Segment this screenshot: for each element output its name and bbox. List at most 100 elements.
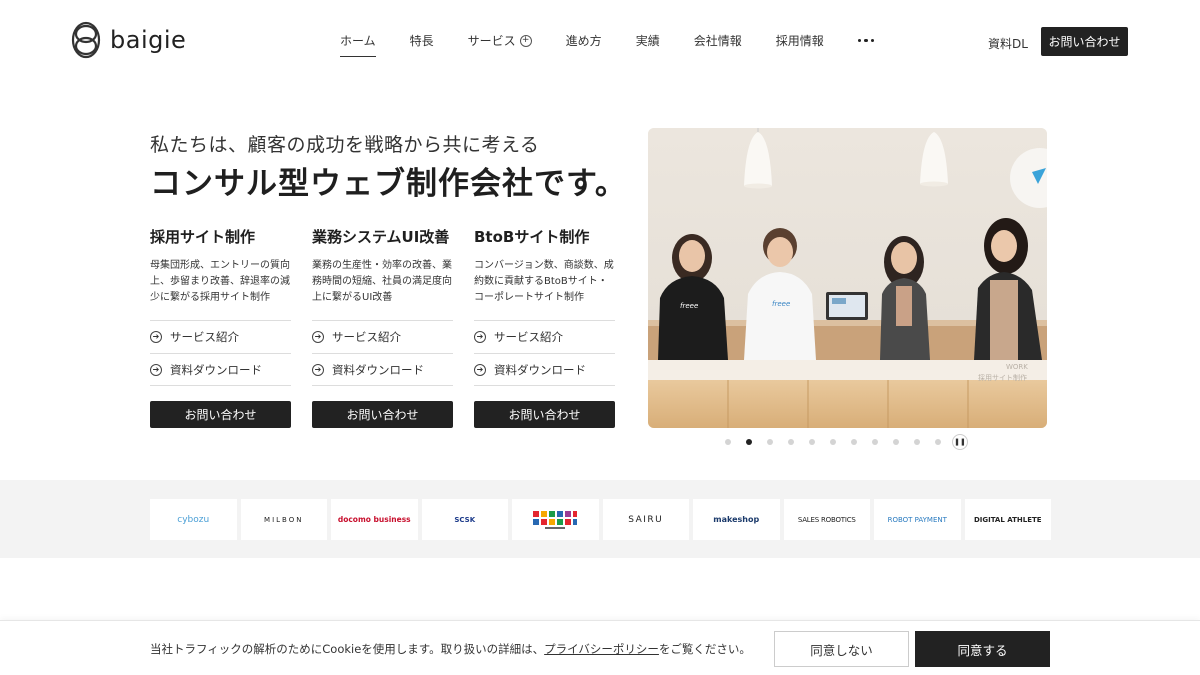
doc-download-link[interactable]: 資料DL xyxy=(988,35,1028,52)
hero-title: コンサル型ウェブ制作会社です。 xyxy=(150,166,627,202)
svg-text:freee: freee xyxy=(772,300,790,308)
nav-label: 進め方 xyxy=(565,34,602,48)
service-title: 採用サイト制作 xyxy=(150,228,256,246)
nav-label: 会社情報 xyxy=(693,34,742,48)
slider-dot[interactable] xyxy=(872,439,878,445)
slider-pagination: ❚❚ xyxy=(725,434,968,450)
logo-label: SAIRU xyxy=(628,514,664,525)
photo-caption-category: 採用サイト制作 xyxy=(978,373,1027,382)
nav-label: サービス xyxy=(467,34,516,48)
link-label: サービス紹介 xyxy=(332,330,401,344)
arrow-right-icon: ➔ xyxy=(150,331,162,343)
service-column-ui: 業務システムUI改善 業務の生産性・効率の改善、業務時間の短縮、社員の満足度向上… xyxy=(312,226,453,428)
shirt-text: freee xyxy=(680,302,698,310)
cookie-decline-button[interactable]: 同意しない xyxy=(774,631,909,667)
slider-dot[interactable] xyxy=(725,439,731,445)
download-link[interactable]: ➔ 資料ダウンロード xyxy=(474,353,615,386)
site-header: baigie ホーム 特長 サービス + 進め方 実績 会社情報 採用情報 資料… xyxy=(0,0,1200,82)
client-logo-row: cybozu MILBON docomo business SCSK SAIRU… xyxy=(150,499,1051,540)
client-logo-tokyu xyxy=(512,499,599,540)
nav-item-home[interactable]: ホーム xyxy=(340,32,376,57)
arrow-right-icon: ➔ xyxy=(312,363,324,376)
logo-label: docomo business xyxy=(337,514,411,524)
service-intro-link[interactable]: ➔ サービス紹介 xyxy=(474,320,615,353)
link-label: サービス紹介 xyxy=(170,330,239,344)
service-contact-button[interactable]: お問い合わせ xyxy=(312,401,453,428)
client-logo-band: cybozu MILBON docomo business SCSK SAIRU… xyxy=(0,480,1200,558)
slider-dot[interactable] xyxy=(914,439,920,445)
logo-label: DIGITAL ATHLETE xyxy=(973,515,1042,524)
service-contact-button[interactable]: お問い合わせ xyxy=(474,401,615,428)
service-intro-link[interactable]: ➔ サービス紹介 xyxy=(150,320,291,353)
arrow-right-icon: ➔ xyxy=(312,331,324,343)
service-description: 母集団形成、エントリーの質向上、歩留まり改善、辞退率の減少に繋がる採用サイト制作 xyxy=(150,260,290,303)
slider-dot[interactable] xyxy=(809,439,815,445)
nav-label: ホーム xyxy=(340,34,376,48)
tokyu-logo-icon xyxy=(533,510,578,529)
service-title: BtoBサイト制作 xyxy=(474,228,590,246)
cookie-accept-button[interactable]: 同意する xyxy=(915,631,1050,667)
plus-icon: + xyxy=(519,34,532,47)
logo-label: makeshop xyxy=(713,515,760,524)
cookie-text-before: 当社トラフィックの解析のためにCookieを使用します。取り扱いの詳細は、 xyxy=(150,642,545,656)
link-label: 資料ダウンロード xyxy=(170,362,262,377)
arrow-right-icon: ➔ xyxy=(474,363,486,376)
nav-item-services[interactable]: サービス + xyxy=(468,32,532,49)
client-logo-robot-payment: ROBOT PAYMENT xyxy=(874,499,961,540)
slider-dot[interactable] xyxy=(851,439,857,445)
nav-item-company[interactable]: 会社情報 xyxy=(694,32,742,49)
service-description: コンバージョン数、商談数、成約数に貢献するBtoBサイト・コーポレートサイト制作 xyxy=(474,260,614,303)
nav-label: 特長 xyxy=(409,34,434,48)
slider-dot[interactable] xyxy=(788,439,794,445)
arrow-right-icon: ➔ xyxy=(474,331,486,343)
logo-label: ROBOT PAYMENT xyxy=(887,515,947,524)
logo-label: cybozu xyxy=(177,514,210,525)
service-column-btob: BtoBサイト制作 コンバージョン数、商談数、成約数に貢献するBtoBサイト・コ… xyxy=(474,226,615,428)
slider-dot[interactable] xyxy=(935,439,941,445)
nav-item-process[interactable]: 進め方 xyxy=(566,32,602,49)
logo-label: SALES ROBOTICS xyxy=(797,515,856,524)
logo-text: baigie xyxy=(110,26,187,54)
logo-label: MILBON xyxy=(264,515,304,524)
service-title: 業務システムUI改善 xyxy=(312,228,450,246)
service-column-recruit: 採用サイト制作 母集団形成、エントリーの質向上、歩留まり改善、辞退率の減少に繋が… xyxy=(150,226,291,428)
arrow-right-icon: ➔ xyxy=(150,363,162,376)
service-contact-button[interactable]: お問い合わせ xyxy=(150,401,291,428)
pause-icon[interactable]: ❚❚ xyxy=(952,434,968,450)
cookie-message: 当社トラフィックの解析のためにCookieを使用します。取り扱いの詳細は、プライ… xyxy=(150,641,751,657)
service-intro-link[interactable]: ➔ サービス紹介 xyxy=(312,320,453,353)
nav-label: 実績 xyxy=(635,34,660,48)
baigie-logo-icon xyxy=(71,21,101,59)
link-label: サービス紹介 xyxy=(494,330,563,344)
slider-dot[interactable] xyxy=(830,439,836,445)
slider-dot[interactable] xyxy=(767,439,773,445)
header-contact-button[interactable]: お問い合わせ xyxy=(1041,27,1128,56)
link-label: 資料ダウンロード xyxy=(332,362,424,377)
more-dots-icon[interactable] xyxy=(857,38,875,43)
client-logo-sales-robotics: SALES ROBOTICS xyxy=(783,499,870,540)
client-logo-scsk: SCSK xyxy=(421,499,508,540)
logo[interactable]: baigie xyxy=(70,20,186,60)
cookie-consent-bar: 当社トラフィックの解析のためにCookieを使用します。取り扱いの詳細は、プライ… xyxy=(0,620,1200,675)
slider-dot[interactable] xyxy=(893,439,899,445)
nav-label: 採用情報 xyxy=(775,34,824,48)
hero-slide-photo: freee freee WORK 採用サイト制作 xyxy=(648,128,1047,428)
client-logo-digital-athlete: DIGITAL ATHLETE xyxy=(964,499,1051,540)
nav-item-works[interactable]: 実績 xyxy=(636,32,660,49)
logo-label: SCSK xyxy=(454,515,476,524)
slider-dot-active[interactable] xyxy=(746,439,752,445)
nav-item-features[interactable]: 特長 xyxy=(410,32,434,49)
client-logo-docomo: docomo business xyxy=(331,499,418,540)
client-logo-makeshop: makeshop xyxy=(693,499,780,540)
link-label: 資料ダウンロード xyxy=(494,362,586,377)
client-logo-sairu: SAIRU xyxy=(602,499,689,540)
client-logo-cybozu: cybozu xyxy=(150,499,237,540)
nav-item-recruit[interactable]: 採用情報 xyxy=(776,32,824,49)
privacy-policy-link[interactable]: プライバシーポリシー xyxy=(544,642,659,656)
service-description: 業務の生産性・効率の改善、業務時間の短縮、社員の満足度向上に繋がるUI改善 xyxy=(312,260,452,303)
cookie-text-after: をご覧ください。 xyxy=(658,642,751,656)
photo-caption-work: WORK xyxy=(1006,363,1028,371)
download-link[interactable]: ➔ 資料ダウンロード xyxy=(150,353,291,386)
download-link[interactable]: ➔ 資料ダウンロード xyxy=(312,353,453,386)
hero-subtitle: 私たちは、顧客の成功を戦略から共に考える xyxy=(150,134,540,156)
